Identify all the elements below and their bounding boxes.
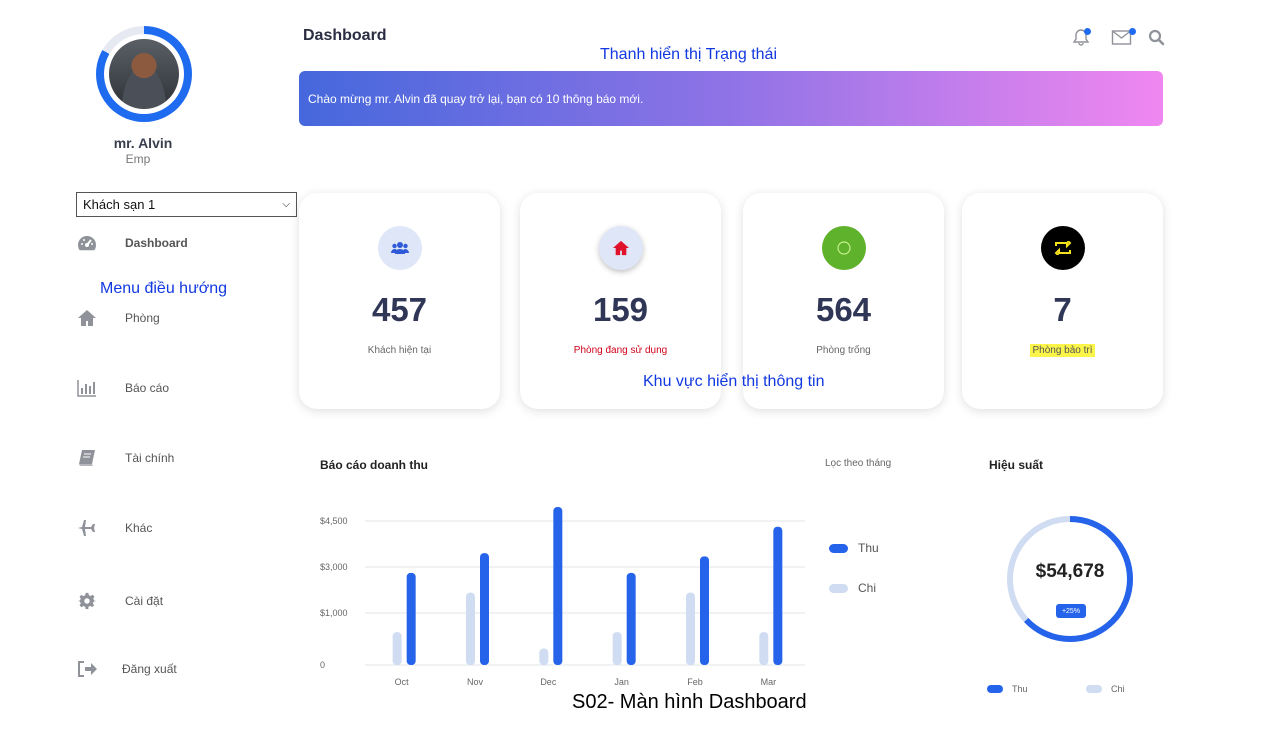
- plane-icon: [76, 518, 98, 538]
- bar-thu: [406, 572, 416, 665]
- sidebar-item-label: Tài chính: [125, 451, 175, 465]
- dashboard-gauge-icon: [76, 233, 98, 253]
- welcome-banner: Chào mừng mr. Alvin đã quay trở lại, bạn…: [299, 71, 1163, 126]
- y-tick-label: $3,000: [320, 562, 348, 572]
- sidebar-item-dashboard[interactable]: Dashboard: [76, 231, 276, 255]
- sidebar-item-baocao[interactable]: Báo cáo: [76, 376, 276, 400]
- user-photo: [109, 39, 179, 109]
- legend-swatch: [829, 583, 848, 593]
- sidebar-item-caidat[interactable]: Cài đặt: [76, 589, 276, 613]
- retweet-icon: [1041, 226, 1085, 270]
- x-tick-label: Feb: [687, 677, 703, 687]
- stat-label: Phòng đang sử dụng: [573, 345, 668, 356]
- menu-annotation: Menu điều hướng: [100, 280, 228, 297]
- sidebar-item-label: Dashboard: [125, 236, 188, 250]
- sign-out-icon: [76, 659, 98, 679]
- x-tick-label: Mar: [761, 677, 777, 687]
- users-icon: [378, 226, 422, 270]
- legend-item-thu: Thu: [829, 541, 879, 555]
- x-tick-label: Jan: [614, 677, 629, 687]
- screen-caption: S02- Màn hình Dashboard: [572, 691, 807, 713]
- bar-chi: [612, 632, 622, 665]
- legend-swatch: [987, 685, 1003, 693]
- bar-thu: [626, 572, 636, 665]
- bar-chart-icon: [76, 378, 98, 398]
- book-icon: [76, 448, 98, 468]
- sidebar-item-label: Đăng xuất: [122, 662, 177, 676]
- legend-label: Thu: [1012, 684, 1028, 694]
- home-icon: [599, 226, 643, 270]
- sidebar-item-label: Cài đặt: [125, 594, 164, 608]
- revenue-chart: $4,500 $3,000 $1,000 0 Oct Nov Dec Jan Feb Mar: [320, 507, 805, 687]
- notification-dot: [1084, 28, 1091, 35]
- sidebar-item-label: Khác: [125, 521, 153, 535]
- circle-icon: [822, 226, 866, 270]
- stat-label: Phòng bảo trì: [962, 344, 1163, 357]
- stat-value: 564: [815, 291, 872, 328]
- hotel-select[interactable]: Khách sạn 1 ⌵: [76, 192, 297, 217]
- bell-icon[interactable]: [1071, 27, 1093, 49]
- x-tick-label: Nov: [467, 677, 484, 687]
- notification-dot: [1129, 28, 1136, 35]
- legend-item-chi: Chi: [829, 581, 876, 595]
- sidebar-item-khac[interactable]: Khác: [76, 516, 276, 540]
- hotel-select-value: Khách sạn 1: [83, 197, 156, 212]
- sidebar-item-label: Phòng: [125, 311, 160, 325]
- gear-icon: [76, 591, 98, 611]
- bar-thu: [553, 507, 563, 665]
- legend-label: Chi: [1111, 684, 1125, 694]
- user-name: mr. Alvin: [113, 135, 173, 151]
- legend-label: Thu: [858, 541, 879, 555]
- home-icon: [76, 308, 98, 328]
- stat-label: Khách hiện tại: [367, 345, 432, 356]
- user-role: Emp: [125, 152, 151, 166]
- bar-thu: [700, 556, 709, 665]
- bar-chi: [392, 632, 402, 665]
- sidebar-item-dangxuat[interactable]: Đăng xuất: [76, 657, 276, 681]
- stat-card-current-guests[interactable]: 457 Khách hiện tại: [299, 193, 500, 409]
- avatar[interactable]: [96, 26, 192, 122]
- bar-thu: [480, 553, 489, 665]
- performance-title: Hiệu suất: [989, 458, 1044, 472]
- bar-thu: [773, 526, 783, 665]
- sidebar-item-phong[interactable]: Phòng: [76, 306, 276, 330]
- sidebar-item-taichinh[interactable]: Tài chính: [76, 446, 276, 470]
- x-tick-label: Oct: [395, 677, 410, 687]
- performance-value: $54,678: [1035, 561, 1105, 582]
- stat-value: 457: [371, 291, 428, 328]
- y-tick-label: $4,500: [320, 516, 348, 526]
- x-tick-label: Dec: [540, 677, 557, 687]
- month-filter[interactable]: Lọc theo tháng: [825, 458, 891, 469]
- search-icon[interactable]: [1147, 27, 1169, 49]
- stat-label-text: Phòng bảo trì: [1030, 344, 1095, 357]
- status-bar-annotation: Thanh hiển thị Trạng thái: [600, 46, 778, 63]
- stat-value: 159: [592, 291, 649, 328]
- chevron-down-icon: ⌵: [282, 199, 290, 210]
- info-area-annotation: Khu vực hiển thị thông tin: [643, 373, 825, 390]
- bar-chi: [466, 592, 475, 665]
- stat-label: Phòng trống: [816, 345, 871, 356]
- bar-chi: [539, 648, 549, 665]
- legend-swatch: [1086, 685, 1102, 693]
- legend-swatch: [829, 543, 848, 553]
- stat-value: 7: [1053, 291, 1072, 328]
- performance-badge: +25%: [1056, 604, 1086, 618]
- perf-legend-thu: Thu: [987, 684, 1028, 694]
- y-tick-label: $1,000: [320, 608, 348, 618]
- stat-card-maintenance-rooms[interactable]: 7 Phòng bảo trì: [962, 193, 1163, 409]
- legend-label: Chi: [858, 581, 877, 595]
- bar-chi: [759, 632, 769, 665]
- sidebar-item-label: Báo cáo: [125, 381, 170, 395]
- bar-chi: [686, 592, 695, 665]
- mail-icon[interactable]: [1111, 27, 1136, 49]
- page-title: Dashboard: [303, 27, 387, 44]
- revenue-chart-title: Báo cáo doanh thu: [320, 458, 428, 472]
- perf-legend-chi: Chi: [1086, 684, 1125, 694]
- banner-text: Chào mừng mr. Alvin đã quay trở lại, bạn…: [308, 91, 644, 106]
- y-tick-label: 0: [320, 660, 325, 670]
